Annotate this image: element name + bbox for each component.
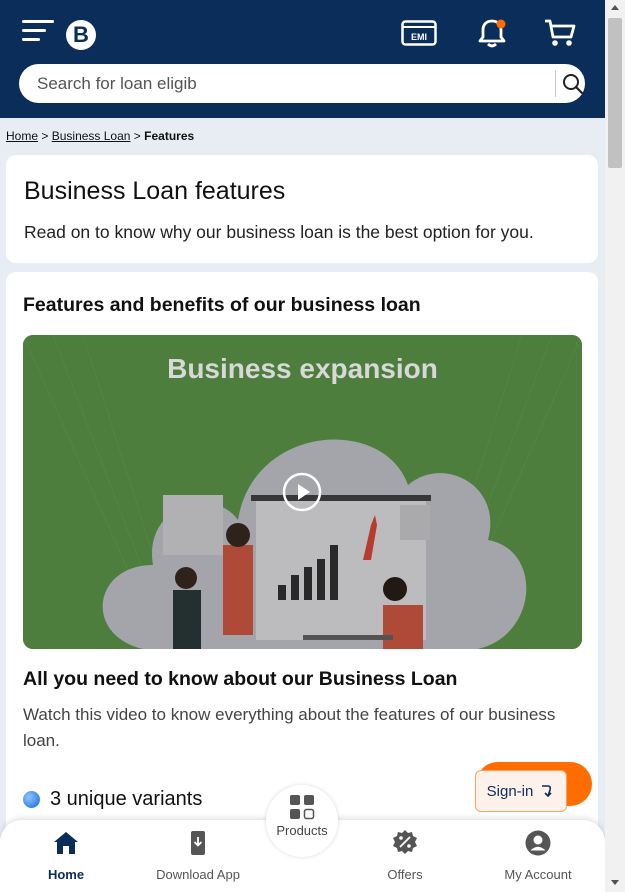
- page-title: Business Loan features: [24, 177, 286, 205]
- arrow-icon: [542, 785, 552, 798]
- video-player[interactable]: Business expansion: [23, 335, 582, 649]
- menu-icon[interactable]: [22, 18, 54, 44]
- search-divider: [555, 70, 556, 97]
- home-icon: [54, 832, 78, 854]
- scroll-down-arrow-icon[interactable]: [611, 880, 619, 885]
- account-icon: [525, 830, 551, 856]
- nav-products-label: Products: [276, 823, 328, 838]
- nav-account-label: My Account: [504, 867, 572, 882]
- breadcrumb-separator: >: [41, 129, 49, 143]
- scroll-up-arrow-icon[interactable]: [611, 5, 619, 10]
- scrollbar[interactable]: [605, 0, 625, 892]
- variants-label: 3 unique variants: [50, 788, 203, 810]
- nav-home-label: Home: [47, 867, 85, 882]
- play-icon[interactable]: [282, 472, 322, 512]
- nav-download-app[interactable]: Download App: [148, 820, 248, 892]
- notification-bell-icon[interactable]: [477, 17, 507, 49]
- nav-offers-label: Offers: [387, 867, 423, 882]
- search-icon[interactable]: [560, 71, 586, 97]
- video-description: Watch this video to know everything abou…: [23, 705, 556, 750]
- signin-button[interactable]: Sign-in: [475, 770, 567, 812]
- app-header: B EMI: [0, 0, 605, 118]
- signin-label: Sign-in: [486, 782, 534, 800]
- features-heading: Features and benefits of our business lo…: [23, 294, 421, 316]
- search-input[interactable]: [37, 64, 537, 103]
- cart-icon[interactable]: [543, 17, 577, 49]
- intro-card: Business Loan features Read on to know w…: [6, 155, 598, 263]
- breadcrumb-home-link[interactable]: Home: [6, 129, 38, 143]
- nav-download-label: Download App: [156, 867, 240, 882]
- video-section-heading: All you need to know about our Business …: [23, 668, 458, 690]
- page-subtitle: Read on to know why our business loan is…: [24, 222, 534, 242]
- variants-item: 3 unique variants: [23, 788, 202, 811]
- emi-label: EMI: [411, 32, 427, 42]
- breadcrumb-business-loan-link[interactable]: Business Loan: [52, 129, 131, 143]
- nav-offers[interactable]: Offers: [375, 820, 435, 892]
- nav-products[interactable]: Products: [266, 785, 338, 857]
- video-title: Business expansion: [167, 353, 438, 384]
- brand-logo[interactable]: B: [66, 20, 96, 50]
- products-grid-icon: [290, 795, 315, 820]
- offers-badge-icon: [393, 830, 417, 854]
- breadcrumb-separator: >: [133, 129, 141, 143]
- search-bar: [19, 64, 585, 103]
- nav-my-account[interactable]: My Account: [495, 820, 581, 892]
- phone-download-icon: [191, 831, 205, 855]
- logo-letter: B: [73, 22, 89, 47]
- breadcrumb: Home > Business Loan > Features: [6, 129, 194, 143]
- breadcrumb-current: Features: [144, 129, 195, 143]
- scroll-thumb[interactable]: [608, 18, 622, 168]
- emi-calculator-icon[interactable]: EMI: [401, 20, 437, 46]
- nav-home[interactable]: Home: [36, 820, 96, 892]
- bullet-icon: [23, 791, 40, 808]
